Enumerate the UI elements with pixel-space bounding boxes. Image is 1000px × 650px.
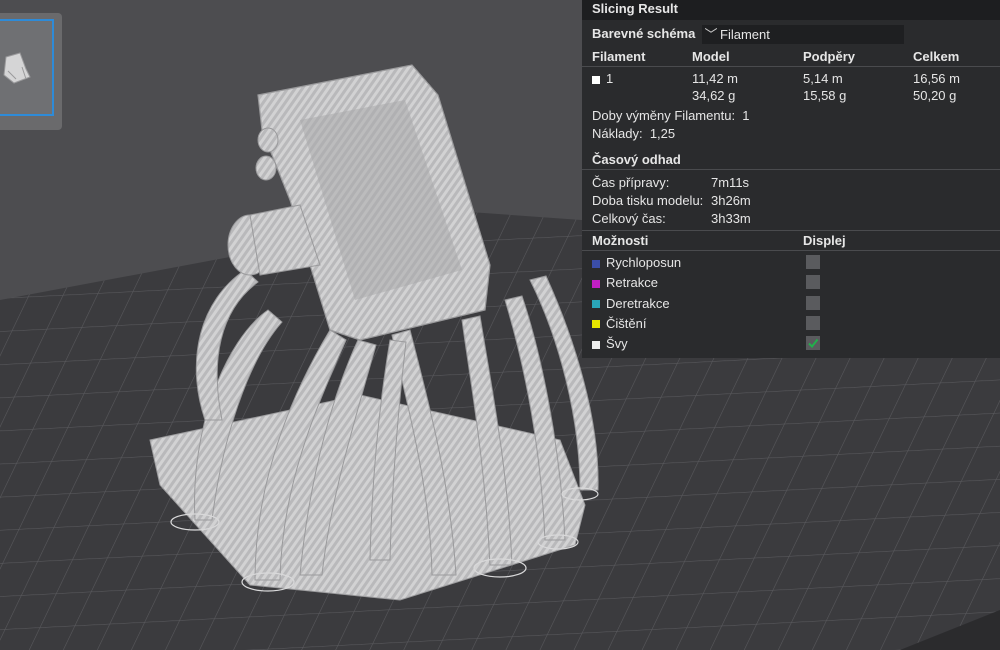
total-weight: 50,20 g — [913, 88, 957, 103]
time-estimate-header: Časový odhad — [592, 152, 681, 167]
model-print-label: Doba tisku modelu: — [592, 193, 704, 208]
panel-title: Slicing Result — [582, 0, 1000, 20]
filament-id: 1 — [606, 71, 614, 86]
prep-time-value: 7m11s — [711, 175, 750, 190]
divider — [582, 230, 1000, 231]
divider — [582, 250, 1000, 251]
filament-changes: Doby výměny Filamentu: 1 — [592, 107, 750, 124]
model-weight: 34,62 g — [692, 88, 736, 103]
divider — [582, 66, 1000, 67]
option-label-text: Retrakce — [606, 275, 659, 291]
support-length: 5,14 m — [803, 71, 843, 86]
option-color-swatch — [592, 320, 600, 329]
cost: Náklady: 1,25 — [592, 125, 675, 142]
option-display-checkbox[interactable] — [806, 295, 820, 310]
option-color-swatch — [592, 259, 600, 268]
total-length: 16,56 m — [913, 71, 960, 86]
filament-changes-value: 1 — [742, 108, 750, 123]
chevron-down-icon: ﹀ — [704, 27, 718, 42]
color-scheme-value: Filament — [720, 27, 770, 42]
support-weight: 15,58 g — [803, 88, 847, 103]
options-header: Možnosti — [592, 233, 649, 248]
color-scheme-label: Barevné schéma — [592, 26, 696, 41]
option-color-swatch — [592, 279, 600, 288]
option-display-checkbox[interactable] — [806, 275, 820, 290]
plate-thumbnail[interactable] — [0, 13, 62, 130]
option-display-checkbox[interactable] — [806, 336, 820, 351]
option-label: Rychloposun — [592, 254, 681, 271]
model-length: 11,42 m — [692, 71, 739, 86]
option-label: Čištění — [592, 315, 646, 332]
header-total: Celkem — [913, 49, 960, 64]
option-display-checkbox[interactable] — [806, 255, 820, 269]
cost-value: 1,25 — [649, 126, 676, 141]
option-label-text: Švy — [606, 336, 628, 352]
total-time-label: Celkový čas: — [592, 211, 666, 226]
option-color-swatch — [592, 300, 600, 309]
divider — [582, 169, 1000, 170]
plate-thumbnail-selected[interactable] — [0, 19, 54, 116]
header-model: Model — [692, 49, 730, 64]
option-label: Retrakce — [592, 274, 658, 291]
cost-label: Náklady: — [592, 126, 643, 141]
option-label-text: Čištění — [606, 315, 647, 331]
option-label: Švy — [592, 335, 628, 352]
prep-time-label: Čas přípravy: — [592, 175, 670, 190]
checkmark-icon — [808, 339, 819, 349]
filament-row: 1 — [592, 70, 613, 87]
option-label: Deretrakce — [592, 295, 670, 312]
option-display-checkbox[interactable] — [806, 315, 820, 330]
display-header: Displej — [803, 233, 846, 248]
model-thumbnail-icon — [3, 52, 31, 84]
header-filament: Filament — [592, 49, 646, 64]
total-time-value: 3h33m — [711, 211, 751, 226]
model-print-value: 3h26m — [711, 193, 751, 208]
filament-color-swatch — [592, 75, 600, 84]
header-supports: Podpěry — [803, 49, 856, 64]
option-color-swatch — [592, 340, 600, 349]
slicing-result-panel: Slicing Result Barevné schéma ﹀ Filament … — [582, 0, 1000, 358]
color-scheme-dropdown[interactable]: ﹀ Filament — [702, 25, 904, 44]
option-label-text: Rychloposun — [606, 255, 682, 270]
option-label-text: Deretrakce — [606, 295, 670, 311]
filament-changes-label: Doby výměny Filamentu: — [592, 108, 736, 123]
